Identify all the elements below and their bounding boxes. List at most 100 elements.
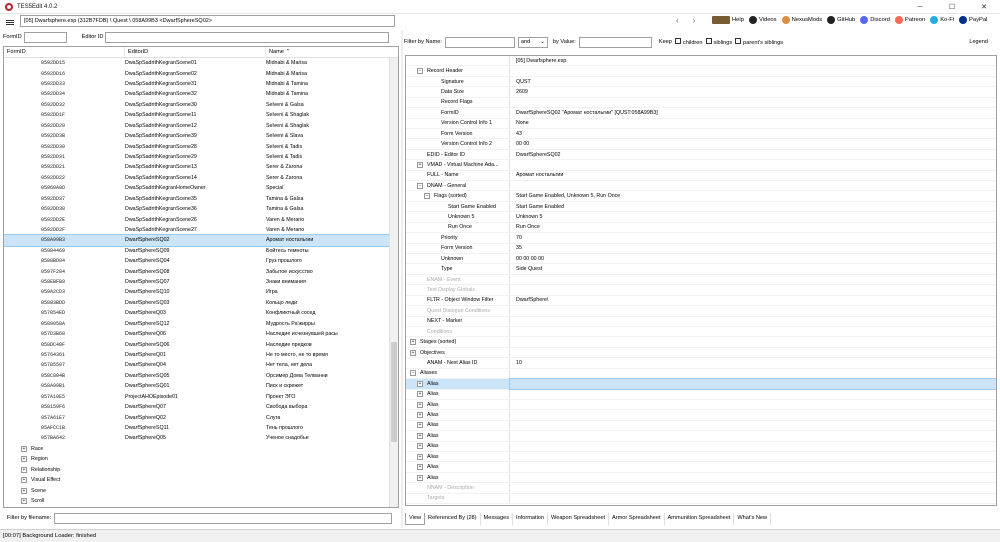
field-row[interactable]: + Alias (406, 399, 996, 411)
expand-plus-icon[interactable]: + (417, 391, 423, 398)
record-row[interactable]: 05AFCC1B DwarfSphereSQ11 Тень прошлого (4, 423, 398, 433)
field-value[interactable]: 00 00 (510, 139, 996, 148)
field-value[interactable]: Start Game Enabled (510, 202, 996, 211)
field-value[interactable] (510, 348, 996, 357)
tab-view[interactable]: View (405, 513, 426, 525)
record-row[interactable]: 0592DD30 DwaSpSadrithKegranScene28 Selveni… (4, 141, 398, 151)
record-row[interactable]: 0592DD20 DwaSpSadrithKegranScene12 Selveni… (4, 121, 398, 131)
record-row[interactable]: 0592DD2E DwaSpSadrithKegranScene26 Varen &… (4, 214, 398, 224)
field-value[interactable]: DwarfSphereSQ02 "Аромат ностальгии" [QUS… (510, 108, 996, 117)
field-row[interactable]: + Alias (406, 462, 996, 473)
column-header-formid[interactable]: FormID (4, 47, 125, 57)
record-row[interactable]: 057D3B68 DwarfSphereQ06 Наследие исчезнувш… (4, 329, 398, 339)
field-row[interactable]: Data Size 2609 (406, 87, 996, 98)
expand-plus-icon[interactable]: + (417, 401, 423, 408)
field-row[interactable]: NEXT - Marker (406, 316, 996, 327)
field-row[interactable]: − Flags (sorted) Start Game Enabled, Unkno… (406, 191, 996, 202)
field-row[interactable]: + Stages (sorted) (406, 337, 996, 348)
forward-arrow-icon[interactable]: › (693, 16, 696, 25)
group-row[interactable]: + Visual Effect (4, 475, 398, 485)
expand-plus-icon[interactable]: + (21, 497, 27, 504)
record-row[interactable]: 0597F284 DwarfSphereSQ08 Забытое искусство (4, 266, 398, 276)
record-row[interactable]: 0592DD21 DwaSpSadrithKegranScene13 Serer &… (4, 162, 398, 172)
formid-filter-input[interactable] (23, 31, 67, 43)
record-row[interactable]: 0592DD33 DwaSpSadrithKegranScene31 Midnabi… (4, 79, 398, 89)
plugin-column-header[interactable]: [05] Dwarfsphere.esp (510, 56, 996, 65)
field-value[interactable]: 43 (510, 129, 996, 138)
field-row[interactable]: Version Control Info 2 00 00 (406, 139, 996, 150)
record-row[interactable]: 0589058A DwarfSphereSQ12 Мудрость Ра'жирры (4, 319, 398, 329)
field-row[interactable]: + Alias (406, 452, 996, 463)
expand-plus-icon[interactable]: + (21, 477, 27, 484)
record-row[interactable]: 0592DD22 DwaSpSadrithKegranScene14 Serer &… (4, 173, 398, 183)
record-row[interactable]: 05960A0D DwaSpSadrithKegranHomeOwner Speci… (4, 183, 398, 193)
field-row[interactable]: − Record Header (406, 66, 996, 77)
minimize-button[interactable]: ─ (904, 0, 936, 14)
record-row[interactable]: 0592DD2F DwaSpSadrithKegranScene27 Varen &… (4, 225, 398, 235)
record-row[interactable]: 0592DD16 DwaSpSadrithKegranScene02 Midnabi… (4, 68, 398, 78)
field-row[interactable]: + Alias (406, 431, 996, 442)
column-header-editorid[interactable]: EditorID (125, 47, 266, 57)
record-row[interactable]: 058DC48F DwarfSphereSQ06 Наследие предков (4, 339, 398, 349)
expand-plus-icon[interactable]: + (417, 453, 423, 460)
field-value[interactable] (510, 285, 996, 294)
field-row[interactable]: + Alias (406, 410, 996, 421)
expand-plus-icon[interactable]: + (410, 339, 416, 346)
record-row[interactable]: 0592DD31 DwaSpSadrithKegranScene29 Selveni… (4, 152, 398, 162)
editorid-filter-input[interactable] (105, 31, 390, 43)
expand-plus-icon[interactable]: + (21, 487, 27, 494)
record-row[interactable]: 0592DD3B DwaSpSadrithKegranScene39 Selveni… (4, 131, 398, 141)
expand-plus-icon[interactable]: + (417, 161, 423, 168)
field-value[interactable] (510, 181, 996, 190)
field-row[interactable]: Signature QUST (406, 76, 996, 88)
expand-plus-icon[interactable]: + (417, 432, 423, 439)
siblings-checkbox[interactable]: siblings (705, 38, 732, 46)
tab-weapon-spreadsheet[interactable]: Weapon Spreadsheet (548, 513, 610, 525)
record-row[interactable]: 058C804B DwarfSphereSQ05 Орсимер Дома Телв… (4, 371, 398, 381)
field-value[interactable]: 00 00 00 00 (510, 254, 996, 263)
expand-plus-icon[interactable]: + (21, 466, 27, 473)
toolbar-link-github[interactable]: GitHub (827, 16, 855, 24)
menu-icon[interactable] (6, 19, 14, 25)
field-row[interactable]: Type Side Quest (406, 264, 996, 275)
record-row[interactable]: 05883BDD DwarfSphereSQ03 Кольцо леди (4, 298, 398, 308)
field-row[interactable]: Record Flags (406, 97, 996, 109)
field-value[interactable] (509, 378, 996, 390)
field-value[interactable]: QUST (510, 77, 996, 86)
record-row[interactable]: 057A10E5 ProjectAHOEpisode01 Проект ЭГО (4, 392, 398, 402)
expand-plus-icon[interactable]: + (417, 422, 423, 429)
record-row[interactable]: 057A61E7 DwarfSphereQ02 Слуга (4, 412, 398, 422)
record-row[interactable]: 0592DD37 DwaSpSadrithKegranScene35 Tamina … (4, 193, 398, 203)
legend-button[interactable]: Legend (969, 39, 988, 45)
field-row[interactable]: Targets (406, 493, 996, 505)
field-row[interactable]: + Alias (406, 420, 996, 432)
field-value[interactable] (510, 327, 996, 336)
record-row[interactable]: 058EBFB9 DwarfSphereSQ07 Знаки внимания (4, 277, 398, 287)
field-value[interactable] (510, 369, 996, 378)
record-row[interactable]: 0592DD38 DwaSpSadrithKegranScene36 Tamina … (4, 204, 398, 214)
field-value[interactable]: Side Quest (510, 264, 996, 273)
group-row[interactable]: + Scene (4, 485, 398, 495)
field-row[interactable]: + Objectives (406, 347, 996, 359)
field-value[interactable] (510, 483, 996, 492)
field-value[interactable] (510, 462, 996, 471)
group-row[interactable]: + Relationship (4, 464, 398, 474)
field-row[interactable]: + Alias (406, 472, 996, 484)
toolbar-link-discord[interactable]: Discord (860, 16, 890, 24)
field-row[interactable]: Form Version 35 (406, 243, 996, 255)
field-value[interactable] (510, 442, 996, 451)
field-value[interactable] (510, 306, 996, 315)
field-value[interactable] (510, 431, 996, 440)
record-tree-scrollbar[interactable] (389, 58, 398, 507)
collapse-minus-icon[interactable]: − (410, 370, 416, 377)
field-row[interactable]: + Alias (406, 389, 996, 400)
record-row[interactable]: 057854ED DwarfSphereQ03 Конфликтный сосед (4, 308, 398, 318)
field-value[interactable]: DwarfSphere\ (510, 296, 996, 305)
collapse-minus-icon[interactable]: − (424, 193, 430, 200)
field-value[interactable]: 35 (510, 244, 996, 253)
record-row[interactable]: 059A2CD3 DwarfSphereSQ10 Игра (4, 287, 398, 297)
tab-what-s-new[interactable]: What's New (734, 513, 772, 525)
filter-by-value-input[interactable] (578, 36, 652, 48)
record-row[interactable]: 058159F6 DwarfSphereQ07 Свобода выбора (4, 402, 398, 412)
field-value[interactable] (510, 160, 996, 169)
